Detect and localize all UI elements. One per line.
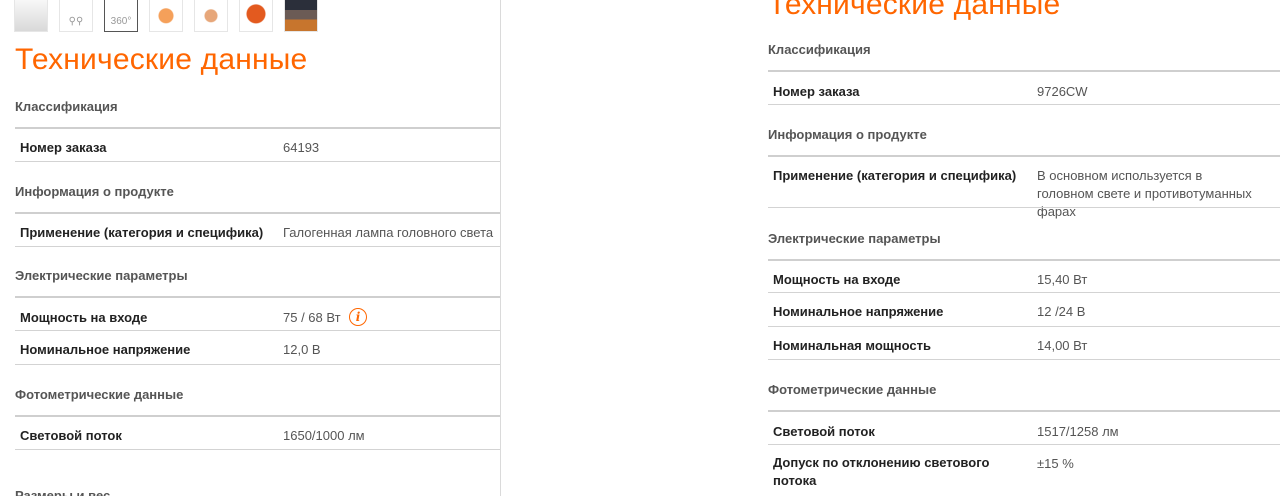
row-label: Световой поток [20, 428, 122, 443]
section-photometric: Фотометрические данные [15, 387, 184, 402]
section-dimensions: Размеры и вес [15, 488, 111, 496]
divider [768, 207, 1280, 208]
left-product-panel: ⚲⚲ 360° Технические данные Классификация… [0, 0, 501, 496]
row-label: Номинальное напряжение [773, 304, 944, 319]
row-luminous-flux: Световой поток 1517/1258 лм [768, 410, 1280, 446]
info-icon[interactable]: i [349, 308, 367, 326]
thumbnail-package-small[interactable] [194, 0, 228, 32]
row-order-number: Номер заказа 9726CW [768, 70, 1280, 106]
row-value: 15,40 Вт [1037, 272, 1088, 287]
row-nominal-power: Номинальная мощность 14,00 Вт [768, 326, 1280, 360]
divider [15, 246, 500, 247]
row-nominal-voltage: Номинальное напряжение 12 /24 В [768, 292, 1280, 327]
row-order-number: Номер заказа 64193 [15, 127, 500, 163]
row-value: В основном используется в головном свете… [1037, 168, 1252, 219]
row-label: Номер заказа [773, 84, 860, 99]
section-product-info: Информация о продукте [768, 127, 927, 142]
section-classification: Классификация [768, 42, 871, 57]
row-value: 9726CW [1037, 84, 1088, 99]
divider [768, 359, 1280, 360]
row-label: Световой поток [773, 424, 875, 439]
row-value: 75 / 68 Вт [283, 310, 341, 325]
row-label: Номинальное напряжение [20, 342, 191, 357]
row-luminous-flux: Световой поток 1650/1000 лм [15, 415, 500, 451]
rotate-360-icon: 360° [110, 16, 132, 27]
row-value: 12,0 В [283, 342, 321, 357]
row-value: Галогенная лампа головного света [283, 225, 494, 240]
page-title: Технические данные [15, 43, 308, 76]
section-photometric: Фотометрические данные [768, 382, 937, 397]
row-value: 14,00 Вт [1037, 338, 1088, 353]
row-nominal-voltage: Номинальное напряжение 12,0 В [15, 330, 500, 365]
page-title: Технические данные [768, 0, 1061, 21]
row-label: Номинальная мощность [773, 338, 931, 353]
divider [15, 449, 500, 450]
row-label: Допуск по отклонению светового потока [773, 455, 990, 488]
row-value: 12 /24 В [1037, 304, 1086, 319]
row-flux-tolerance: Допуск по отклонению светового потока ±1… [768, 444, 1280, 496]
row-label: Применение (категория и специфика) [20, 225, 264, 240]
row-value: ±15 % [1037, 456, 1074, 471]
row-input-power: Мощность на входе 75 / 68 Вт i [15, 296, 500, 332]
divider [15, 161, 500, 162]
thumbnail-lamp-pair[interactable] [14, 0, 48, 32]
row-label: Мощность на входе [773, 272, 901, 287]
thumbnail-package-red[interactable] [239, 0, 273, 32]
thumbnail-package[interactable] [149, 0, 183, 32]
thumbnail-strip: ⚲⚲ 360° [14, 0, 318, 32]
divider [768, 104, 1280, 105]
row-value: 64193 [283, 140, 320, 155]
thumbnail-night-road[interactable] [284, 0, 318, 32]
right-product-panel: Технические данные Классификация Номер з… [768, 0, 1280, 496]
section-electrical: Электрические параметры [768, 231, 941, 246]
row-label: Мощность на входе [20, 310, 148, 325]
row-application: Применение (категория и специфика) В осн… [768, 155, 1280, 219]
row-label: Номер заказа [20, 140, 107, 155]
row-label: Применение (категория и специфика) [773, 168, 1017, 183]
row-value: 1650/1000 лм [283, 428, 365, 443]
section-classification: Классификация [15, 99, 118, 114]
thumbnail-360-view[interactable]: 360° [104, 0, 138, 32]
row-application: Применение (категория и специфика) Галог… [15, 212, 500, 248]
row-input-power: Мощность на входе 15,40 Вт [768, 259, 1280, 294]
section-electrical: Электрические параметры [15, 268, 188, 283]
divider [15, 364, 500, 365]
section-product-info: Информация о продукте [15, 184, 174, 199]
row-value: 1517/1258 лм [1037, 424, 1119, 439]
thumbnail-lamp-outline[interactable]: ⚲⚲ [59, 0, 93, 32]
